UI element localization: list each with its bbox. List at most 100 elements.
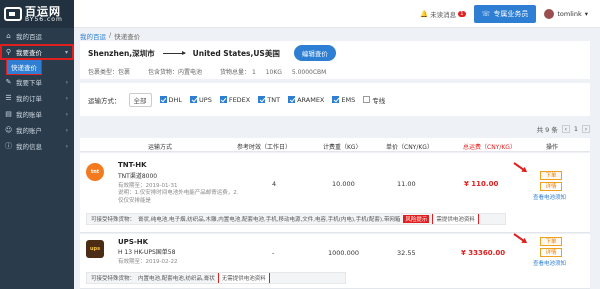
- next-page-button[interactable]: ›: [582, 125, 590, 133]
- sidebar-item-home[interactable]: ⌂ 我的百运: [0, 28, 74, 44]
- lead-time: -: [272, 249, 275, 257]
- carrier-label: 专线: [372, 96, 386, 105]
- chevron-right-icon: ›: [65, 78, 68, 86]
- carrier-filter-label: 运输方式：: [88, 96, 121, 105]
- carrier-checkbox-dedicated-line[interactable]: 专线: [363, 95, 385, 105]
- sidebar-item-label: 我的账单: [16, 111, 42, 119]
- col-header-total-freight[interactable]: 总运费（CNY/KG）: [463, 142, 516, 151]
- carrier-name: UPS-HK: [118, 238, 149, 246]
- prev-page-button[interactable]: ‹: [561, 125, 570, 133]
- sidebar-item-info[interactable]: ⓘ 我的信息 ›: [0, 138, 74, 154]
- special-goods-bar: 可接受特殊货物： 内置电池,配套电池,纺织品,膏状 无需提供电池资料: [86, 272, 346, 284]
- special-goods-label: 可接受特殊货物：: [91, 276, 136, 282]
- headset-icon: ☏: [481, 9, 491, 18]
- checkbox-checked-icon: [219, 96, 227, 103]
- goods-included: 包含货物：内置电池: [148, 69, 203, 76]
- carrier-checkbox-aramex[interactable]: ARAMEX: [288, 96, 324, 104]
- lead-time: 4: [272, 180, 277, 188]
- unit-price: 32.55: [397, 249, 416, 257]
- dedicated-service-button[interactable]: ☏ 专属业务员: [473, 4, 537, 23]
- pagination: 共 9 条 ‹ 1 ›: [537, 124, 590, 134]
- bill-icon: ▤: [5, 110, 12, 118]
- battery-notice-link[interactable]: 查看电池须知: [533, 193, 566, 201]
- channel-name: H 13 HK-UPS国单58: [118, 249, 176, 256]
- chevron-right-icon: ›: [65, 94, 68, 102]
- sidebar-subitem-express-quote[interactable]: 快递查价: [0, 59, 74, 75]
- special-goods-label: 可接受特殊货物：: [91, 217, 136, 223]
- select-all-button[interactable]: 全部: [128, 92, 152, 107]
- unread-messages[interactable]: 🔔 未读消息 1: [420, 9, 466, 19]
- user-icon: ☺: [5, 126, 13, 134]
- breadcrumb: 我的百运 / 快递查价: [80, 31, 140, 41]
- order-button[interactable]: 下单: [540, 237, 562, 246]
- search-icon: ⚲: [5, 48, 12, 56]
- billable-weight: 10.000: [332, 180, 355, 188]
- carrier-label: ARAMEX: [297, 95, 325, 104]
- breadcrumb-separator: /: [109, 31, 112, 39]
- sidebar-item-label: 我要查价: [16, 49, 42, 57]
- carrier-checkbox-ems[interactable]: EMS: [332, 96, 355, 104]
- avatar: [544, 8, 555, 19]
- sidebar-item-label: 我的信息: [16, 143, 42, 151]
- checkbox-checked-icon: [288, 96, 296, 103]
- battery-notice-link[interactable]: 查看电池须知: [533, 259, 566, 267]
- brand-logo[interactable]: 百运网 BY56.com: [0, 0, 74, 28]
- edit-quote-button[interactable]: 编辑查价: [293, 45, 336, 61]
- sidebar-item-account[interactable]: ☺ 我的账户 ›: [0, 122, 74, 138]
- unread-messages-label: 未读消息: [430, 10, 457, 19]
- edit-icon: ✎: [5, 78, 12, 86]
- col-header-unit-price: 单价（CNY/KG）: [386, 144, 433, 151]
- carrier-label: UPS: [199, 95, 212, 104]
- table-row: tnt TNT-HK TNT渠道8000 有效期至：2019-01-31 说明：…: [80, 153, 590, 233]
- valid-until: 有效期至：2019-01-31: [118, 183, 178, 189]
- carrier-filter: 运输方式： 全部 DHL UPS FEDEX TNT ARAMEX EMS 专线: [80, 83, 590, 116]
- package-volume: 5.0000CBM: [291, 69, 327, 76]
- breadcrumb-home[interactable]: 我的百运: [80, 31, 106, 41]
- battery-doc-not-required: 无需提供电池资料: [217, 273, 270, 283]
- sidebar-item-query-price[interactable]: ⚲ 我要查价 ▾: [0, 44, 74, 60]
- carrier-name: TNT-HK: [118, 161, 147, 169]
- carrier-label: FEDEX: [228, 95, 251, 104]
- carrier-label: EMS: [341, 95, 356, 104]
- package-weight: 10KG: [265, 69, 282, 76]
- route-origin: Shenzhen,深圳市: [88, 48, 155, 58]
- top-bar: 🔔 未读消息 1 ☏ 专属业务员 tomlink ▾: [74, 0, 600, 28]
- unit-price: 11.00: [397, 180, 416, 188]
- col-header-billable-weight: 计费重（KG）: [323, 144, 362, 151]
- sidebar-item-orders[interactable]: ☰ 我的订单 ›: [0, 90, 74, 106]
- sidebar-item-place-order[interactable]: ✎ 我要下单 ›: [0, 74, 74, 90]
- details-button[interactable]: 详情: [540, 248, 562, 257]
- total-weight-label: 货物总量：: [220, 69, 251, 76]
- sidebar-item-bills[interactable]: ▤ 我的账单 ›: [0, 106, 74, 122]
- carrier-checkbox-tnt[interactable]: TNT: [258, 96, 280, 104]
- checkbox-unchecked-icon: [363, 96, 371, 103]
- sidebar-item-label: 我的账户: [16, 127, 42, 135]
- logo-mark-icon: [4, 7, 22, 21]
- carrier-label: TNT: [267, 95, 281, 104]
- details-button[interactable]: 详情: [540, 182, 562, 191]
- dedicated-service-label: 专属业务员: [493, 9, 529, 18]
- carrier-checkbox-ups[interactable]: UPS: [190, 96, 212, 104]
- sidebar-item-label: 我要下单: [16, 79, 42, 87]
- chevron-down-icon: ▾: [64, 48, 68, 56]
- chevron-right-icon: ›: [65, 126, 68, 134]
- carrier-checkbox-dhl[interactable]: DHL: [159, 95, 183, 104]
- carrier-checkbox-fedex[interactable]: FEDEX: [219, 95, 251, 104]
- checkbox-checked-icon: [190, 96, 198, 103]
- list-icon: ☰: [5, 94, 12, 102]
- carrier-label: DHL: [168, 95, 183, 104]
- breadcrumb-current: 快递查价: [114, 33, 141, 41]
- channel-note: 说明：1.仅安排时间电池外电能产品邮寄运费，2.仅仅安排能是: [118, 190, 239, 204]
- battery-doc-required: 需提供电池资料: [432, 214, 479, 224]
- special-goods-list: 膏状,纯电池,电子烟,纺织品,木雕,内置电池,配套电池,手机,移动电源,文件,电…: [138, 217, 401, 223]
- results-table-header: 运输方式 参考时效（工作日） 计费重（KG） 单价（CNY/KG） 总运费（CN…: [80, 138, 590, 152]
- current-page: 1: [573, 125, 578, 133]
- risk-warning-badge[interactable]: 风险提示: [403, 215, 430, 223]
- bell-icon: 🔔: [420, 9, 429, 18]
- order-button[interactable]: 下单: [540, 171, 562, 180]
- package-qty: 1: [251, 69, 256, 76]
- result-count: 共 9 条: [536, 126, 558, 134]
- ups-logo-icon: ups: [86, 240, 104, 258]
- arrow-right-icon: [162, 50, 186, 55]
- user-menu[interactable]: tomlink ▾: [544, 8, 588, 19]
